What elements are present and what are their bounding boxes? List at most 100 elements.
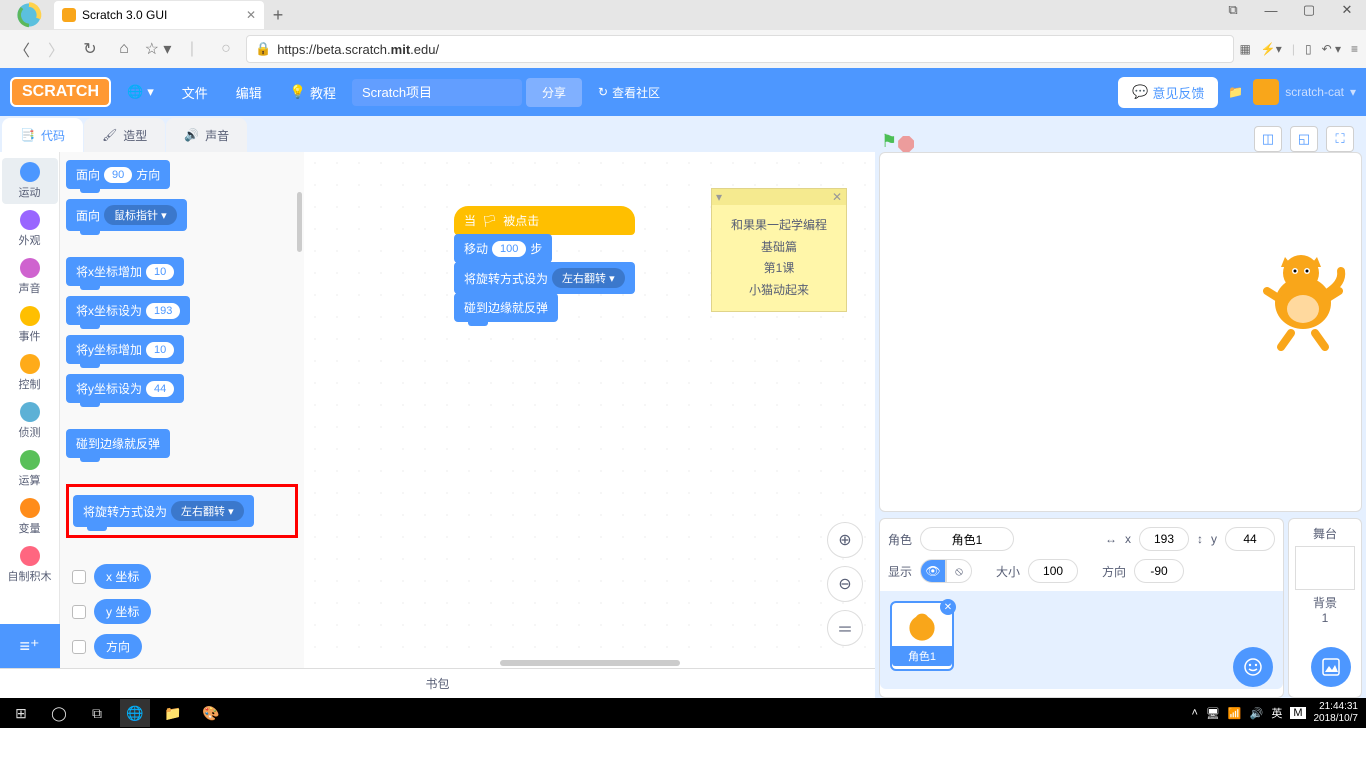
tab-sounds[interactable]: 🔊 声音 [166, 118, 247, 152]
block-change-x[interactable]: 将x坐标增加10 [66, 257, 184, 286]
block-bounce-edge[interactable]: 碰到边缘就反弹 [66, 429, 170, 458]
palette-scrollbar[interactable] [297, 192, 302, 252]
start-button[interactable]: ⊞ [6, 699, 36, 727]
category-侦测[interactable]: 侦测 [2, 398, 58, 444]
comment-collapse-icon[interactable]: ▾ [716, 190, 722, 204]
category-变量[interactable]: 变量 [2, 494, 58, 540]
block-move-steps[interactable]: 移动100步 [454, 234, 552, 263]
sprite-name-input[interactable] [920, 527, 1014, 551]
feedback-button[interactable]: 💬 意见反馈 [1118, 77, 1218, 108]
taskbar-app-paint[interactable]: 🎨 [196, 699, 226, 727]
tray-clock[interactable]: 21:44:312018/10/7 [1314, 701, 1359, 725]
see-community-button[interactable]: ↻ 查看社区 [586, 78, 672, 107]
block-set-x[interactable]: 将x坐标设为193 [66, 296, 190, 325]
sprite-size-input[interactable] [1028, 559, 1078, 583]
zoom-reset-button[interactable]: ＝ [827, 610, 863, 646]
stage-large-button[interactable]: ◱ [1290, 126, 1318, 152]
category-自制积木[interactable]: 自制积木 [2, 542, 58, 588]
block-set-y[interactable]: 将y坐标设为44 [66, 374, 184, 403]
tray-ime[interactable]: 英 [1271, 705, 1282, 721]
tab-costumes[interactable]: 🖌 造型 [84, 118, 165, 152]
address-bar[interactable]: 🔒 https://beta.scratch.mit.edu/ [246, 35, 1234, 63]
green-flag-button[interactable]: ⚑ [881, 131, 897, 152]
add-backdrop-button[interactable] [1311, 647, 1351, 687]
category-运算[interactable]: 运算 [2, 446, 58, 492]
tray-volume-icon[interactable]: 🔊 [1250, 707, 1264, 720]
script-workspace[interactable]: 当🏳被点击 移动100步 将旋转方式设为左右翻转 ▾ 碰到边缘就反弹 ▾✕ 和果… [304, 152, 875, 668]
tab-code[interactable]: 📑 代码 [2, 118, 83, 152]
stage-thumbnail[interactable] [1295, 546, 1355, 590]
language-menu[interactable]: 🌐▾ [115, 77, 166, 107]
taskbar-app-explorer[interactable]: 📁 [158, 699, 188, 727]
tray-network-icon[interactable]: 🖥 [1206, 707, 1220, 720]
reader-icon[interactable]: ▯ [1305, 42, 1312, 56]
block-set-rotation-style[interactable]: 将旋转方式设为左右翻转 ▾ [73, 495, 254, 527]
zoom-out-button[interactable]: ⊖ [827, 566, 863, 602]
block-change-y[interactable]: 将y坐标增加10 [66, 335, 184, 364]
sprite-y-input[interactable] [1225, 527, 1275, 551]
category-事件[interactable]: 事件 [2, 302, 58, 348]
favorite-button[interactable]: ☆ ▾ [144, 35, 172, 63]
reporter-direction[interactable]: 方向 [94, 634, 142, 659]
stage-small-button[interactable]: ◫ [1254, 126, 1282, 152]
back-button[interactable]: 〈 [8, 35, 36, 63]
category-运动[interactable]: 运动 [2, 158, 58, 204]
mystuff-icon[interactable]: 📁 [1228, 85, 1243, 99]
file-menu[interactable]: 文件 [170, 77, 220, 107]
comment-note[interactable]: ▾✕ 和果果一起学编程 基础篇 第1课 小猫动起来 [711, 188, 847, 312]
workspace-scrollbar[interactable] [500, 660, 680, 666]
add-sprite-button[interactable] [1233, 647, 1273, 687]
block-point-towards[interactable]: 面向鼠标指针 ▾ [66, 199, 187, 231]
taskbar-app-browser[interactable]: 🌐 [120, 699, 150, 727]
fullscreen-button[interactable]: ⛶ [1326, 126, 1354, 152]
undo-icon[interactable]: ↶ ▾ [1322, 42, 1341, 56]
sprite-tile[interactable]: ✕ 角色1 [890, 601, 954, 671]
home-button[interactable]: ⌂ [110, 35, 138, 63]
tray-chevron-icon[interactable]: ˄ [1192, 707, 1198, 719]
checkbox-x[interactable] [72, 570, 86, 584]
category-控制[interactable]: 控制 [2, 350, 58, 396]
backpack-drawer[interactable]: 书包 [0, 668, 875, 698]
delete-sprite-icon[interactable]: ✕ [940, 599, 956, 615]
user-menu[interactable]: scratch-cat ▾ [1253, 79, 1356, 105]
taskview-button[interactable]: ⧉ [82, 699, 112, 727]
share-button[interactable]: 分享 [526, 78, 582, 107]
browser-tab[interactable]: Scratch 3.0 GUI ✕ [54, 1, 264, 29]
close-button[interactable]: ✕ [1334, 2, 1360, 18]
project-name-input[interactable] [352, 79, 522, 106]
new-tab-button[interactable]: + [264, 5, 292, 26]
tab-switcher-icon[interactable]: ⧉ [1220, 2, 1246, 18]
sprite-x-input[interactable] [1139, 527, 1189, 551]
reporter-x[interactable]: x 坐标 [94, 564, 151, 589]
checkbox-y[interactable] [72, 605, 86, 619]
tutorials-menu[interactable]: 💡 教程 [278, 77, 348, 107]
edit-menu[interactable]: 编辑 [224, 77, 274, 107]
stage-canvas[interactable] [879, 152, 1362, 512]
block-bounce-edge-ws[interactable]: 碰到边缘就反弹 [454, 293, 558, 322]
site-info-button[interactable]: ○ [212, 35, 240, 63]
checkbox-dir[interactable] [72, 640, 86, 654]
show-button[interactable]: 👁 [920, 559, 946, 583]
block-set-rotation-style-ws[interactable]: 将旋转方式设为左右翻转 ▾ [454, 262, 635, 294]
minimize-button[interactable]: — [1258, 3, 1284, 18]
sprite-direction-input[interactable] [1134, 559, 1184, 583]
cortana-button[interactable]: ◯ [44, 699, 74, 727]
tray-wifi-icon[interactable]: 📶 [1228, 707, 1242, 720]
qr-icon[interactable]: ▦ [1240, 42, 1251, 56]
hide-button[interactable]: ⦸ [946, 559, 972, 583]
zoom-in-button[interactable]: ⊕ [827, 522, 863, 558]
forward-button[interactable]: 〉 [42, 35, 70, 63]
add-extension-button[interactable]: ≡⁺ [0, 624, 60, 668]
block-when-flag-clicked[interactable]: 当🏳被点击 [454, 206, 635, 235]
reload-button[interactable]: ↻ [76, 35, 104, 63]
maximize-button[interactable]: ▢ [1296, 2, 1322, 18]
menu-icon[interactable]: ≡ [1351, 42, 1358, 56]
flash-icon[interactable]: ⚡▾ [1261, 42, 1282, 56]
tray-m[interactable]: M [1290, 707, 1305, 719]
scratch-logo[interactable]: SCRATCH [10, 77, 111, 107]
comment-close-icon[interactable]: ✕ [832, 190, 842, 204]
stop-button[interactable] [898, 136, 914, 152]
close-icon[interactable]: ✕ [246, 8, 256, 22]
block-point-direction[interactable]: 面向90方向 [66, 160, 170, 189]
category-外观[interactable]: 外观 [2, 206, 58, 252]
